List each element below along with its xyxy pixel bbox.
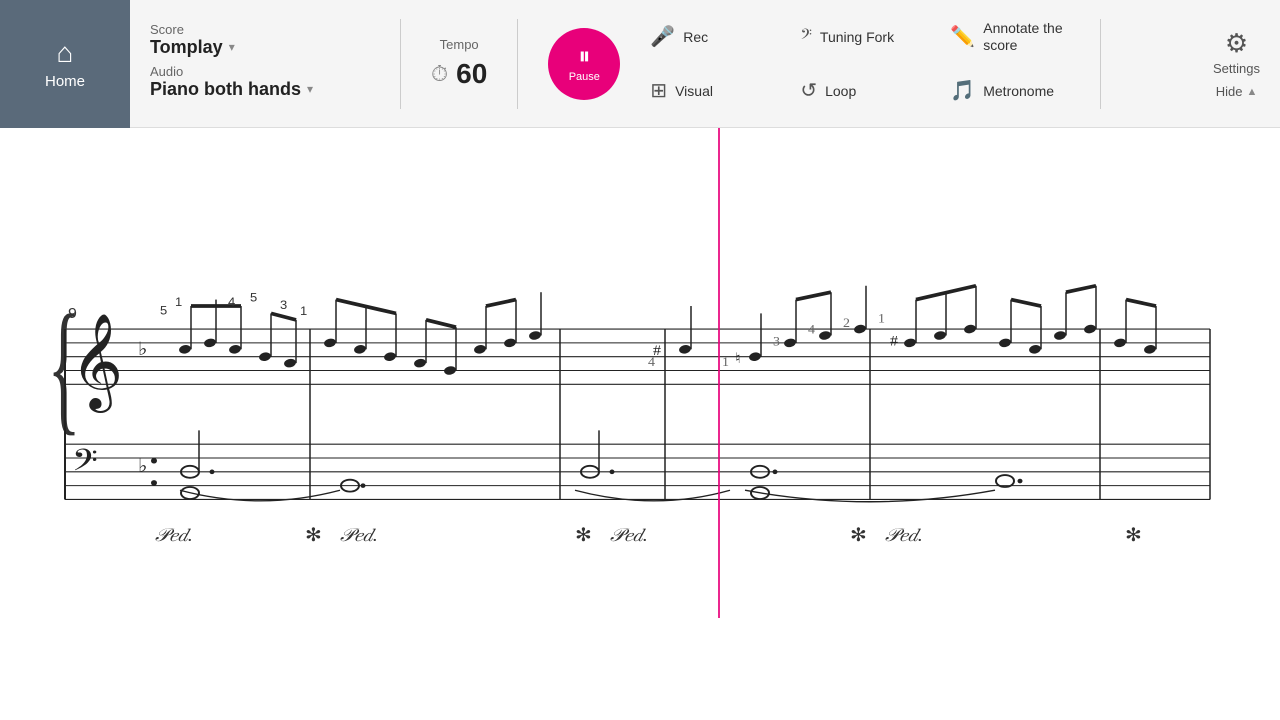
home-button[interactable]: ⌂ Home (0, 0, 130, 128)
tuning-fork-button[interactable]: 𝄢 Tuning Fork (790, 12, 940, 62)
audio-chevron[interactable]: ▾ (307, 82, 313, 96)
svg-text:✻: ✻ (850, 526, 867, 546)
svg-text:1: 1 (300, 305, 307, 318)
score-chevron[interactable]: ▾ (229, 40, 235, 54)
audio-label: Audio (150, 64, 370, 79)
svg-text:3: 3 (773, 334, 780, 348)
tempo-value: 60 (456, 58, 487, 90)
score-selector[interactable]: Tomplay ▾ (150, 37, 370, 58)
audio-selector[interactable]: Piano both hands ▾ (150, 79, 370, 100)
settings-icon: ⚙ (1225, 28, 1248, 59)
audio-row: Audio Piano both hands ▾ (150, 64, 370, 100)
score-value: Tomplay (150, 37, 223, 58)
divider-3 (1100, 19, 1101, 109)
settings-button[interactable]: ⚙ Settings Hide ▲ (1193, 18, 1280, 109)
audio-value: Piano both hands (150, 79, 301, 100)
svg-text:4: 4 (228, 295, 235, 308)
tempo-label: Tempo (440, 37, 479, 52)
svg-text:3: 3 (280, 298, 287, 311)
score-row: Score Tomplay ▾ (150, 22, 370, 58)
svg-text:✻: ✻ (1125, 526, 1142, 546)
annotate-label: Annotate thescore (983, 20, 1062, 54)
pause-icon: ⏸ (578, 45, 590, 69)
sheet-music-top: { 𝄞 𝄢 9 ♭ ♭ (0, 283, 1280, 618)
divider-1 (400, 19, 401, 109)
loop-icon: ↺ (800, 78, 817, 103)
svg-text:𝄢: 𝄢 (72, 445, 98, 485)
visual-label: Visual (675, 83, 713, 99)
svg-text:𝒫𝑒𝑑.: 𝒫𝑒𝑑. (610, 526, 648, 546)
svg-text:𝒫𝑒𝑑.: 𝒫𝑒𝑑. (340, 526, 378, 546)
tuning-fork-icon: 𝄢 (800, 26, 812, 47)
svg-text:𝒫𝑒𝑑.: 𝒫𝑒𝑑. (885, 526, 923, 546)
svg-text:✻: ✻ (575, 526, 592, 546)
score-audio-section: Score Tomplay ▾ Audio Piano both hands ▾ (130, 12, 390, 116)
svg-text:9: 9 (68, 306, 77, 322)
tempo-clock-icon: ⏱ (431, 61, 448, 87)
svg-text:𝄞: 𝄞 (70, 313, 123, 413)
mic-icon: 🎤 (650, 24, 675, 49)
svg-text:1: 1 (175, 295, 182, 308)
svg-text:✻: ✻ (305, 526, 322, 546)
score-label: Score (150, 22, 370, 37)
loop-label: Loop (825, 83, 856, 99)
tuning-fork-label: Tuning Fork (820, 29, 894, 45)
rec-label: Rec (683, 29, 708, 45)
pause-button[interactable]: ⏸ Pause (548, 28, 620, 100)
controls-grid: 🎤 Rec 𝄢 Tuning Fork ✏️ Annotate thescore… (640, 12, 1090, 116)
svg-text:4: 4 (648, 354, 655, 368)
settings-label: Settings (1213, 61, 1260, 76)
svg-text:♭: ♭ (138, 456, 147, 476)
playhead (718, 128, 720, 618)
metronome-button[interactable]: 🎵 Metronome (940, 66, 1090, 116)
annotate-button[interactable]: ✏️ Annotate thescore (940, 12, 1090, 62)
svg-text:𝒫𝑒𝑑.: 𝒫𝑒𝑑. (155, 526, 193, 546)
home-label: Home (45, 73, 85, 90)
hide-label[interactable]: Hide (1216, 84, 1243, 99)
rec-button[interactable]: 🎤 Rec (640, 12, 790, 62)
svg-text:4: 4 (808, 322, 815, 336)
svg-text:5: 5 (160, 304, 167, 317)
svg-text:#: # (890, 333, 898, 349)
annotate-icon: ✏️ (950, 24, 975, 49)
tempo-section: Tempo ⏱ 60 (411, 37, 507, 90)
svg-text:2: 2 (843, 316, 850, 330)
hide-chevron-icon[interactable]: ▲ (1246, 86, 1257, 98)
divider-2 (517, 19, 518, 109)
svg-text:1: 1 (878, 311, 885, 325)
metronome-label: Metronome (983, 83, 1054, 99)
svg-text:♮: ♮ (735, 351, 741, 367)
svg-text:♭: ♭ (138, 340, 147, 360)
visual-icon: ⊞ (650, 78, 667, 103)
home-icon: ⌂ (57, 37, 74, 69)
metronome-icon: 🎵 (950, 78, 975, 103)
pause-label: Pause (569, 71, 600, 83)
loop-button[interactable]: ↺ Loop (790, 66, 940, 116)
svg-text:5: 5 (250, 291, 257, 304)
score-area: { 𝄞 𝄢 9 ♭ ♭ (0, 128, 1280, 618)
svg-text:1: 1 (722, 354, 729, 368)
visual-button[interactable]: ⊞ Visual (640, 66, 790, 116)
